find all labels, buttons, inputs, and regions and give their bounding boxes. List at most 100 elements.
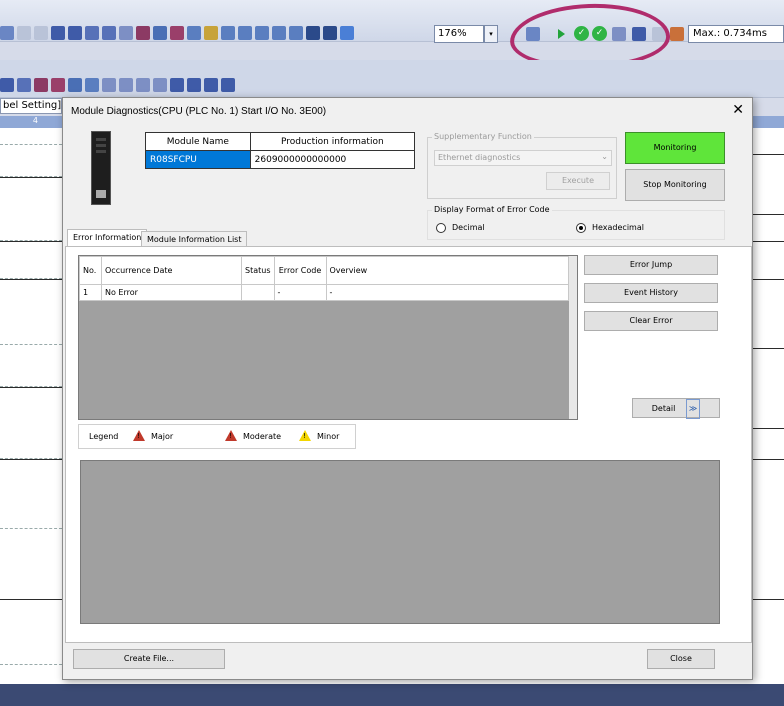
cell-no: 1 xyxy=(79,284,102,301)
execute-button: Execute xyxy=(546,172,610,190)
hexadecimal-label: Hexadecimal xyxy=(592,223,644,232)
home-icon[interactable] xyxy=(670,27,684,41)
major-error-icon: ! xyxy=(133,430,145,441)
toolbar-icon[interactable] xyxy=(272,26,286,40)
zoom-out-icon[interactable] xyxy=(323,26,337,40)
toolbar-icon[interactable] xyxy=(187,78,201,92)
decimal-radio[interactable] xyxy=(436,223,446,233)
ladder-rung xyxy=(0,387,62,388)
toolbar-icon[interactable] xyxy=(17,26,31,40)
close-button[interactable]: Close xyxy=(647,649,715,669)
toolbar-icon[interactable] xyxy=(204,26,218,40)
display-format-label: Display Format of Error Code xyxy=(432,205,552,214)
toolbar-icon[interactable] xyxy=(136,78,150,92)
chevron-down-icon: ⌄ xyxy=(601,152,608,161)
toolbar-icon[interactable] xyxy=(255,26,269,40)
ladder-rung xyxy=(753,428,784,429)
grid-line xyxy=(0,344,62,345)
fit-width-icon[interactable] xyxy=(340,26,354,40)
ladder-rung xyxy=(753,459,784,460)
column-ruler-right xyxy=(753,116,784,128)
max-scan-time: Max.: 0.734ms xyxy=(688,25,784,43)
toolbar-icon[interactable] xyxy=(119,26,133,40)
program-icon[interactable] xyxy=(0,26,14,40)
grid-line xyxy=(0,144,62,145)
toolbar-icon[interactable] xyxy=(221,78,235,92)
col-overview: Overview xyxy=(325,256,569,285)
zoom-input[interactable]: 176% xyxy=(434,25,484,43)
supplementary-function-select: Ethernet diagnostics ⌄ xyxy=(434,150,612,166)
ladder-rung xyxy=(753,154,784,155)
toolbar-icon[interactable] xyxy=(187,26,201,40)
ladder-rung xyxy=(753,214,784,215)
decimal-label: Decimal xyxy=(452,223,485,232)
toolbar-icon[interactable] xyxy=(102,26,116,40)
toolbar-icon[interactable] xyxy=(204,78,218,92)
toolbar-icon[interactable] xyxy=(153,26,167,40)
hexadecimal-radio[interactable] xyxy=(576,223,586,233)
cell-occurrence-date: No Error xyxy=(101,284,242,301)
toolbar-icon[interactable] xyxy=(85,26,99,40)
table-row[interactable]: 1 No Error - - xyxy=(79,284,569,301)
ladder-rung xyxy=(0,599,62,600)
ladder-rung xyxy=(0,177,62,178)
write-to-plc-icon[interactable] xyxy=(51,26,65,40)
module-name-cell[interactable]: R08SFCPU xyxy=(145,150,251,169)
status-bar xyxy=(0,684,784,706)
toolbar-icon[interactable] xyxy=(68,78,82,92)
tab-module-information-list[interactable]: Module Information List xyxy=(141,231,248,247)
col-no: No. xyxy=(79,256,102,285)
cell-overview: - xyxy=(325,284,569,301)
clear-error-button[interactable]: Clear Error xyxy=(584,311,718,331)
toolbar-icon[interactable] xyxy=(102,78,116,92)
toolbar-icon[interactable] xyxy=(119,78,133,92)
grid-line xyxy=(0,664,62,665)
toolbar-icon[interactable] xyxy=(34,78,48,92)
toolbar-icon[interactable] xyxy=(170,26,184,40)
toolbar-icon[interactable] xyxy=(289,26,303,40)
error-jump-button[interactable]: Error Jump xyxy=(584,255,718,275)
supplementary-function-label: Supplementary Function xyxy=(432,132,534,141)
led-indicator xyxy=(96,144,106,147)
error-information-panel: No. Occurrence Date Status Error Code Ov… xyxy=(65,246,752,643)
toolbar-icon[interactable] xyxy=(238,26,252,40)
editor-tab[interactable]: bel Setting] xyxy=(0,98,62,114)
production-info-cell: 2609000000000000 xyxy=(249,150,416,169)
toolbar-icon[interactable] xyxy=(0,78,14,92)
toolbar-icon[interactable] xyxy=(136,26,150,40)
read-from-plc-icon[interactable] xyxy=(68,26,82,40)
warning-mark: ! xyxy=(303,432,306,440)
detail-label: Detail xyxy=(651,404,676,413)
toolbar-icon[interactable] xyxy=(34,26,48,40)
legend-minor: Minor xyxy=(317,432,340,441)
monitoring-button[interactable]: Monitoring xyxy=(625,132,725,164)
module-name-header: Module Name xyxy=(145,132,251,151)
toolbar-icon[interactable] xyxy=(17,78,31,92)
supplementary-function-group: Supplementary Function Ethernet diagnost… xyxy=(427,132,617,199)
event-history-button[interactable]: Event History xyxy=(584,283,718,303)
toolbar-icon[interactable] xyxy=(51,78,65,92)
stop-monitoring-button[interactable]: Stop Monitoring xyxy=(625,169,725,201)
zoom-dropdown-icon[interactable]: ▾ xyxy=(484,25,498,43)
production-info-header: Production information xyxy=(249,132,416,151)
toolbar-icon[interactable] xyxy=(85,78,99,92)
toolbar-icon[interactable] xyxy=(170,78,184,92)
legend-label: Legend xyxy=(89,432,119,441)
moderate-error-icon: ! xyxy=(225,430,237,441)
cell-status xyxy=(241,284,275,301)
cpu-module-image xyxy=(91,131,111,205)
zoom-in-icon[interactable] xyxy=(306,26,320,40)
detail-button[interactable]: Detail ≫ xyxy=(632,398,720,419)
legend-major: Major xyxy=(151,432,174,441)
toolbar-icon-row xyxy=(0,26,354,42)
toolbar-icon[interactable] xyxy=(153,78,167,92)
toolbar-icon[interactable] xyxy=(221,26,235,40)
display-format-group: Display Format of Error Code Decimal Hex… xyxy=(427,205,725,240)
close-icon[interactable]: ✕ xyxy=(732,102,744,118)
tab-error-information[interactable]: Error Information xyxy=(67,229,148,247)
create-file-button[interactable]: Create File... xyxy=(73,649,225,669)
legend-moderate: Moderate xyxy=(243,432,282,441)
warning-mark: ! xyxy=(137,432,140,440)
severity-legend: Legend ! Major ! Moderate ! Minor xyxy=(78,424,356,449)
error-list-scrollbar[interactable] xyxy=(569,256,577,419)
